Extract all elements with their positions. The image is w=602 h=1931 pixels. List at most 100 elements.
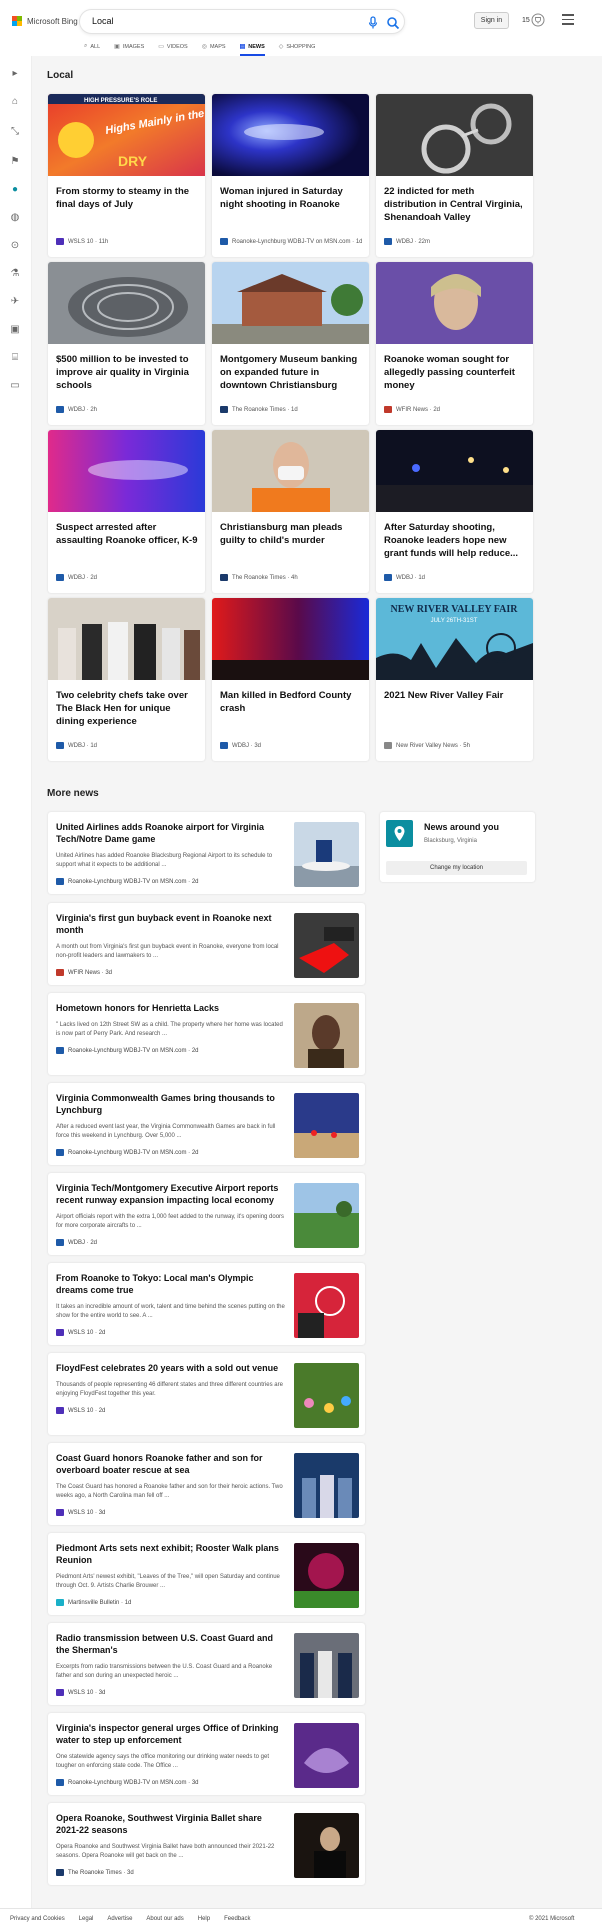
news-card[interactable]: After Saturday shooting, Roanoke leaders… <box>376 430 533 593</box>
news-card[interactable]: 22 indicted for meth distribution in Cen… <box>376 94 533 257</box>
news-card[interactable]: $500 million to be invested to improve a… <box>48 262 205 425</box>
news-row[interactable]: Opera Roanoke, Southwest Virginia Ballet… <box>48 1803 365 1885</box>
card-image-chefs-group <box>48 598 205 680</box>
search-icon[interactable] <box>386 16 400 30</box>
local-pin-icon[interactable]: ● <box>9 184 21 196</box>
news-row[interactable]: From Roanoke to Tokyo: Local man's Olymp… <box>48 1263 365 1345</box>
tab-images[interactable]: ▣ IMAGES <box>114 40 144 53</box>
row-image-airplane <box>294 822 359 887</box>
trending-icon[interactable]: ⤡ <box>9 126 21 138</box>
rewards-trophy-icon[interactable] <box>531 13 545 27</box>
row-title[interactable]: Piedmont Arts sets next exhibit; Rooster… <box>56 1542 286 1566</box>
search-box[interactable]: Local <box>79 9 405 34</box>
news-card[interactable]: NEW RIVER VALLEY FAIR JULY 26TH-31ST 202… <box>376 598 533 761</box>
card-title[interactable]: Christiansburg man pleads guilty to chil… <box>220 521 362 547</box>
fair-dates-text: JULY 26TH-31ST <box>431 618 478 624</box>
row-title[interactable]: Coast Guard honors Roanoke father and so… <box>56 1452 286 1476</box>
news-card[interactable]: Man killed in Bedford County crash WDBJ … <box>212 598 369 761</box>
news-card[interactable]: Woman injured in Saturday night shooting… <box>212 94 369 257</box>
map-pin-icon: ◎ <box>201 44 207 50</box>
tab-all[interactable]: ⌕ ALL <box>84 40 100 53</box>
news-row[interactable]: Coast Guard honors Roanoke father and so… <box>48 1443 365 1525</box>
row-image-concert <box>294 1543 359 1608</box>
news-row[interactable]: Virginia Commonwealth Games bring thousa… <box>48 1083 365 1165</box>
wdbj-logo-icon <box>56 1149 64 1156</box>
tech-icon[interactable]: ▭ <box>9 380 21 392</box>
expand-arrow-icon[interactable]: ▸ <box>9 68 21 80</box>
news-card[interactable]: HIGH PRESSURE'S ROLE Highs Mainly in the… <box>48 94 205 257</box>
scope-tabs: ⌕ ALL ▣ IMAGES ▭ VIDEOS ◎ MAPS ▤ NEWS ◇ SHOPPI… <box>84 40 329 56</box>
row-title[interactable]: From Roanoke to Tokyo: Local man's Olymp… <box>56 1272 286 1296</box>
card-title[interactable]: From stormy to steamy in the final days … <box>56 185 198 211</box>
bing-logo[interactable]: Microsoft Bing <box>12 16 78 26</box>
card-title[interactable]: Man killed in Bedford County crash <box>220 689 362 715</box>
news-row[interactable]: FloydFest celebrates 20 years with a sol… <box>48 1353 365 1435</box>
row-title[interactable]: Hometown honors for Henrietta Lacks <box>56 1002 286 1014</box>
tab-maps[interactable]: ◎ MAPS <box>202 40 226 53</box>
news-row[interactable]: Hometown honors for Henrietta Lacks " La… <box>48 993 365 1075</box>
search-input[interactable]: Local <box>92 16 114 26</box>
flag-icon[interactable]: ⚑ <box>9 156 21 168</box>
footer-link-legal[interactable]: Legal <box>79 1916 94 1922</box>
row-meta: WSLS 10 · 3d <box>56 1689 286 1696</box>
card-title[interactable]: Roanoke woman sought for allegedly passi… <box>384 353 526 392</box>
row-meta: WSLS 10 · 3d <box>56 1509 286 1516</box>
tab-shopping[interactable]: ◇ SHOPPING <box>279 40 316 53</box>
row-title[interactable]: United Airlines adds Roanoke airport for… <box>56 821 286 845</box>
wdbj-logo-icon <box>384 238 392 245</box>
microphone-icon[interactable] <box>367 16 379 30</box>
home-icon[interactable]: ⌂ <box>9 96 21 108</box>
card-title[interactable]: Suspect arrested after assaulting Roanok… <box>56 521 198 547</box>
row-title[interactable]: Opera Roanoke, Southwest Virginia Ballet… <box>56 1812 286 1836</box>
card-title[interactable]: Two celebrity chefs take over The Black … <box>56 689 198 728</box>
news-row[interactable]: Virginia's first gun buyback event in Ro… <box>48 903 365 985</box>
footer-link-advertise[interactable]: Advertise <box>107 1916 132 1922</box>
card-title[interactable]: $500 million to be invested to improve a… <box>56 353 198 392</box>
footer-link-privacy[interactable]: Privacy and Cookies <box>10 1916 65 1922</box>
wdbj-logo-icon <box>56 1239 64 1246</box>
row-title[interactable]: Virginia's inspector general urges Offic… <box>56 1722 286 1746</box>
hamburger-menu-icon[interactable] <box>562 14 574 25</box>
row-snippet: Thousands of people representing 46 diff… <box>56 1382 283 1397</box>
news-card[interactable]: Christiansburg man pleads guilty to chil… <box>212 430 369 593</box>
row-image-water <box>294 1723 359 1788</box>
card-title[interactable]: After Saturday shooting, Roanoke leaders… <box>384 521 526 560</box>
tab-videos[interactable]: ▭ VIDEOS <box>158 40 187 53</box>
footer-link-feedback[interactable]: Feedback <box>224 1916 250 1922</box>
card-title[interactable]: 2021 New River Valley Fair <box>384 689 526 702</box>
card-title[interactable]: Woman injured in Saturday night shooting… <box>220 185 362 211</box>
row-meta: WSLS 10 · 2d <box>56 1407 286 1414</box>
globe-icon[interactable]: ◍ <box>9 212 21 224</box>
rewards-count[interactable]: 15 <box>522 17 530 24</box>
footer-link-help[interactable]: Help <box>198 1916 210 1922</box>
money-icon[interactable]: ⊙ <box>9 240 21 252</box>
card-image-night-street <box>376 430 533 512</box>
news-card[interactable]: Roanoke woman sought for allegedly passi… <box>376 262 533 425</box>
news-card[interactable]: Two celebrity chefs take over The Black … <box>48 598 205 761</box>
news-row[interactable]: United Airlines adds Roanoke airport for… <box>48 812 365 894</box>
sign-in-button[interactable]: Sign in <box>474 12 509 29</box>
row-title[interactable]: Virginia's first gun buyback event in Ro… <box>56 912 286 936</box>
change-location-button[interactable]: Change my location <box>386 861 527 875</box>
sports-icon[interactable]: ✈ <box>9 296 21 308</box>
row-title[interactable]: FloydFest celebrates 20 years with a sol… <box>56 1362 286 1374</box>
wdbj-logo-icon <box>56 742 64 749</box>
row-title[interactable]: Radio transmission between U.S. Coast Gu… <box>56 1632 286 1656</box>
news-card[interactable]: Montgomery Museum banking on expanded fu… <box>212 262 369 425</box>
news-row[interactable]: Piedmont Arts sets next exhibit; Rooster… <box>48 1533 365 1615</box>
entertainment-icon[interactable]: ▣ <box>9 324 21 336</box>
current-location: Blacksburg, Virginia <box>424 838 477 844</box>
science-icon[interactable]: ⚗ <box>9 268 21 280</box>
card-meta: The Roanoke Times · 1d <box>220 406 362 413</box>
row-title[interactable]: Virginia Tech/Montgomery Executive Airpo… <box>56 1182 286 1206</box>
row-title[interactable]: Virginia Commonwealth Games bring thousa… <box>56 1092 286 1116</box>
tab-news[interactable]: ▤ NEWS <box>239 40 265 56</box>
news-row[interactable]: Virginia Tech/Montgomery Executive Airpo… <box>48 1173 365 1255</box>
politics-icon[interactable]: ⌸ <box>9 352 21 364</box>
news-card[interactable]: Suspect arrested after assaulting Roanok… <box>48 430 205 593</box>
news-row[interactable]: Radio transmission between U.S. Coast Gu… <box>48 1623 365 1705</box>
footer-link-about-ads[interactable]: About our ads <box>146 1916 183 1922</box>
card-title[interactable]: Montgomery Museum banking on expanded fu… <box>220 353 362 392</box>
news-row[interactable]: Virginia's inspector general urges Offic… <box>48 1713 365 1795</box>
card-title[interactable]: 22 indicted for meth distribution in Cen… <box>384 185 526 224</box>
